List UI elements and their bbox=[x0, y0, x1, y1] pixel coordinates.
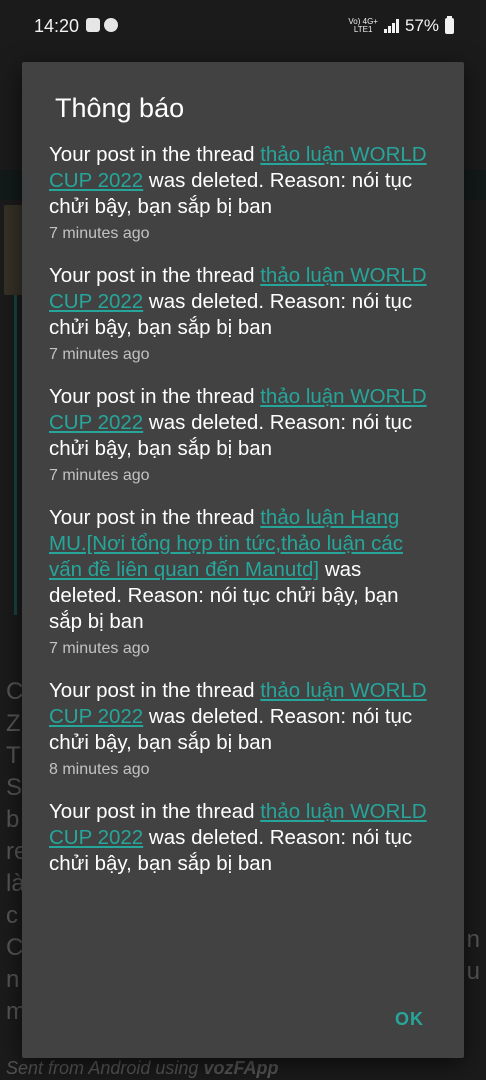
ok-button[interactable]: OK bbox=[395, 1009, 424, 1030]
dialog-actions: OK bbox=[22, 978, 464, 1058]
signal-icon bbox=[383, 19, 399, 33]
notification-text: Your post in the thread thảo luận WORLD … bbox=[49, 799, 436, 877]
notification-prefix: Your post in the thread bbox=[49, 679, 261, 702]
notification-item[interactable]: Your post in the thread thảo luận WORLD … bbox=[22, 799, 464, 877]
battery-icon bbox=[445, 16, 454, 34]
battery-percent: 57% bbox=[404, 16, 439, 35]
notification-item[interactable]: Your post in the thread thảo luận WORLD … bbox=[22, 263, 464, 366]
notification-text: Your post in the thread thảo luận WORLD … bbox=[49, 142, 436, 220]
network-label-bottom: LTE1 bbox=[353, 25, 373, 34]
notification-item[interactable]: Your post in the thread thảo luận Hang M… bbox=[22, 505, 464, 660]
status-notification-icons bbox=[86, 18, 118, 32]
notification-item[interactable]: Your post in the thread thảo luận WORLD … bbox=[22, 142, 464, 245]
status-right-group: Vo) 4G+ LTE1 57% bbox=[348, 16, 454, 36]
notification-list[interactable]: Your post in the thread thảo luận WORLD … bbox=[22, 142, 464, 972]
network-indicator: Vo) 4G+ LTE1 bbox=[348, 18, 378, 34]
notification-prefix: Your post in the thread bbox=[49, 800, 261, 823]
notification-prefix: Your post in the thread bbox=[49, 143, 261, 166]
notification-text: Your post in the thread thảo luận WORLD … bbox=[49, 384, 436, 462]
notification-prefix: Your post in the thread bbox=[49, 385, 261, 408]
message-icon bbox=[86, 18, 100, 32]
status-time: 14:20 bbox=[34, 16, 80, 36]
status-bar: 14:20 Vo) 4G+ LTE1 57% bbox=[0, 0, 486, 52]
notification-time: 8 minutes ago bbox=[49, 761, 150, 778]
notification-text: Your post in the thread thảo luận WORLD … bbox=[49, 263, 436, 341]
notification-text: Your post in the thread thảo luận WORLD … bbox=[49, 678, 436, 756]
notification-item[interactable]: Your post in the thread thảo luận WORLD … bbox=[22, 678, 464, 781]
notification-prefix: Your post in the thread bbox=[49, 506, 261, 529]
notification-time: 7 minutes ago bbox=[49, 225, 150, 242]
notification-time: 7 minutes ago bbox=[49, 640, 150, 657]
notification-text: Your post in the thread thảo luận Hang M… bbox=[49, 505, 436, 635]
notification-item[interactable]: Your post in the thread thảo luận WORLD … bbox=[22, 384, 464, 487]
notification-dialog: Thông báo Your post in the thread thảo l… bbox=[22, 62, 464, 1058]
dialog-title: Thông báo bbox=[55, 93, 185, 123]
notification-prefix: Your post in the thread bbox=[49, 264, 261, 287]
notification-time: 7 minutes ago bbox=[49, 467, 150, 484]
messenger-icon bbox=[104, 18, 118, 32]
notification-time: 7 minutes ago bbox=[49, 346, 150, 363]
